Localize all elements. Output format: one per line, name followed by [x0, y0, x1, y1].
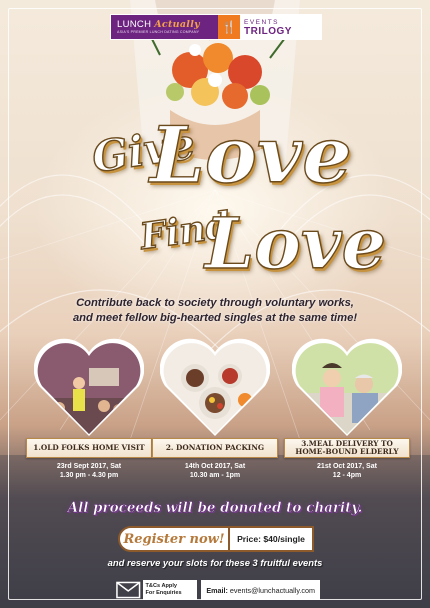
tc-box: T&Cs Apply For Enquiries	[142, 580, 198, 600]
activity-3-schedule: 21st Oct 2017, Sat 12 - 4pm	[284, 462, 410, 480]
activity-1-time: 1.30 pm - 4.30 pm	[59, 472, 119, 479]
events-big: TRILOGY	[244, 26, 292, 37]
footer: T&Cs Apply For Enquiries Email: events@l…	[116, 579, 320, 601]
register-button[interactable]: Register now!	[118, 526, 230, 552]
activity-3-title-line-2: HOME-BOUND ELDERLY	[295, 447, 399, 456]
subtitle-line-1: Contribute back to society through volun…	[76, 297, 354, 309]
activity-2-date: 14th Oct 2017, Sat	[184, 463, 246, 470]
email-label: Email:	[206, 585, 228, 595]
activity-2-title: 2. DONATION PACKING	[152, 438, 278, 458]
subtitle-line-2: and meet fellow big-hearted singles at t…	[72, 312, 358, 324]
activity-1-title: 1.OLD FOLKS HOME VISIT	[26, 438, 152, 458]
tc-apply: T&Cs Apply	[145, 583, 178, 589]
classroom-photo-icon	[34, 338, 144, 436]
subtitle: Contribute back to society through volun…	[30, 296, 400, 326]
price-label: Price: $40/single	[230, 526, 314, 552]
events-trilogy-logo: 🍴 EVENTS TRILOGY	[218, 15, 321, 39]
food-packing-photo-icon	[160, 338, 270, 436]
lunch-brand: LUNCH Actually	[117, 19, 218, 30]
activity-2-schedule: 14th Oct 2017, Sat 10.30 am - 1pm	[152, 462, 278, 480]
activity-1-date: 23rd Sept 2017, Sat	[56, 463, 122, 470]
events-text: EVENTS TRILOGY	[240, 18, 292, 37]
activity-3-time: 12 - 4pm	[332, 472, 362, 479]
for-enquiries: For Enquiries	[145, 590, 182, 596]
lunch-brand-plain: LUNCH	[117, 19, 152, 30]
activity-card-3: 3.MEAL DELIVERY TO HOME-BOUND ELDERLY 21…	[284, 338, 410, 488]
headline: Give Love Find Love	[0, 109, 430, 290]
activity-3-title: 3.MEAL DELIVERY TO HOME-BOUND ELDERLY	[284, 438, 410, 458]
cutlery-icon: 🍴	[218, 15, 241, 39]
headline-love-2: Love	[204, 201, 387, 285]
lunch-tagline: ASIA'S PREMIER LUNCH DATING COMPANY	[117, 30, 200, 34]
charity-line: All proceeds will be donated to charity.	[67, 500, 363, 517]
activity-3-date: 21st Oct 2017, Sat	[317, 463, 377, 470]
email-box: Email: events@lunchactually.com	[201, 580, 320, 600]
envelope-icon	[116, 581, 141, 599]
elderly-care-photo-icon	[292, 338, 402, 436]
email-link[interactable]: events@lunchactually.com	[230, 586, 315, 595]
activity-card-2: 2. DONATION PACKING 14th Oct 2017, Sat 1…	[152, 338, 278, 488]
lunch-brand-accent: Actually	[154, 19, 200, 30]
activity-card-1: 1.OLD FOLKS HOME VISIT 23rd Sept 2017, S…	[26, 338, 152, 488]
activity-1-title-text: 1.OLD FOLKS HOME VISIT	[33, 443, 145, 452]
reserve-line: and reserve your slots for these 3 fruit…	[107, 557, 323, 568]
activity-2-title-text: 2. DONATION PACKING	[165, 443, 265, 452]
headline-love-1: Love	[149, 109, 352, 201]
header-logos: LUNCH Actually ASIA'S PREMIER LUNCH DATI…	[110, 14, 322, 40]
activity-1-schedule: 23rd Sept 2017, Sat 1.30 pm - 4.30 pm	[26, 462, 152, 480]
lunch-actually-logo: LUNCH Actually ASIA'S PREMIER LUNCH DATI…	[111, 15, 219, 39]
activity-2-time: 10.30 am - 1pm	[189, 472, 241, 479]
register-row: Register now! Price: $40/single	[118, 526, 314, 552]
poster: LUNCH Actually ASIA'S PREMIER LUNCH DATI…	[0, 0, 430, 608]
